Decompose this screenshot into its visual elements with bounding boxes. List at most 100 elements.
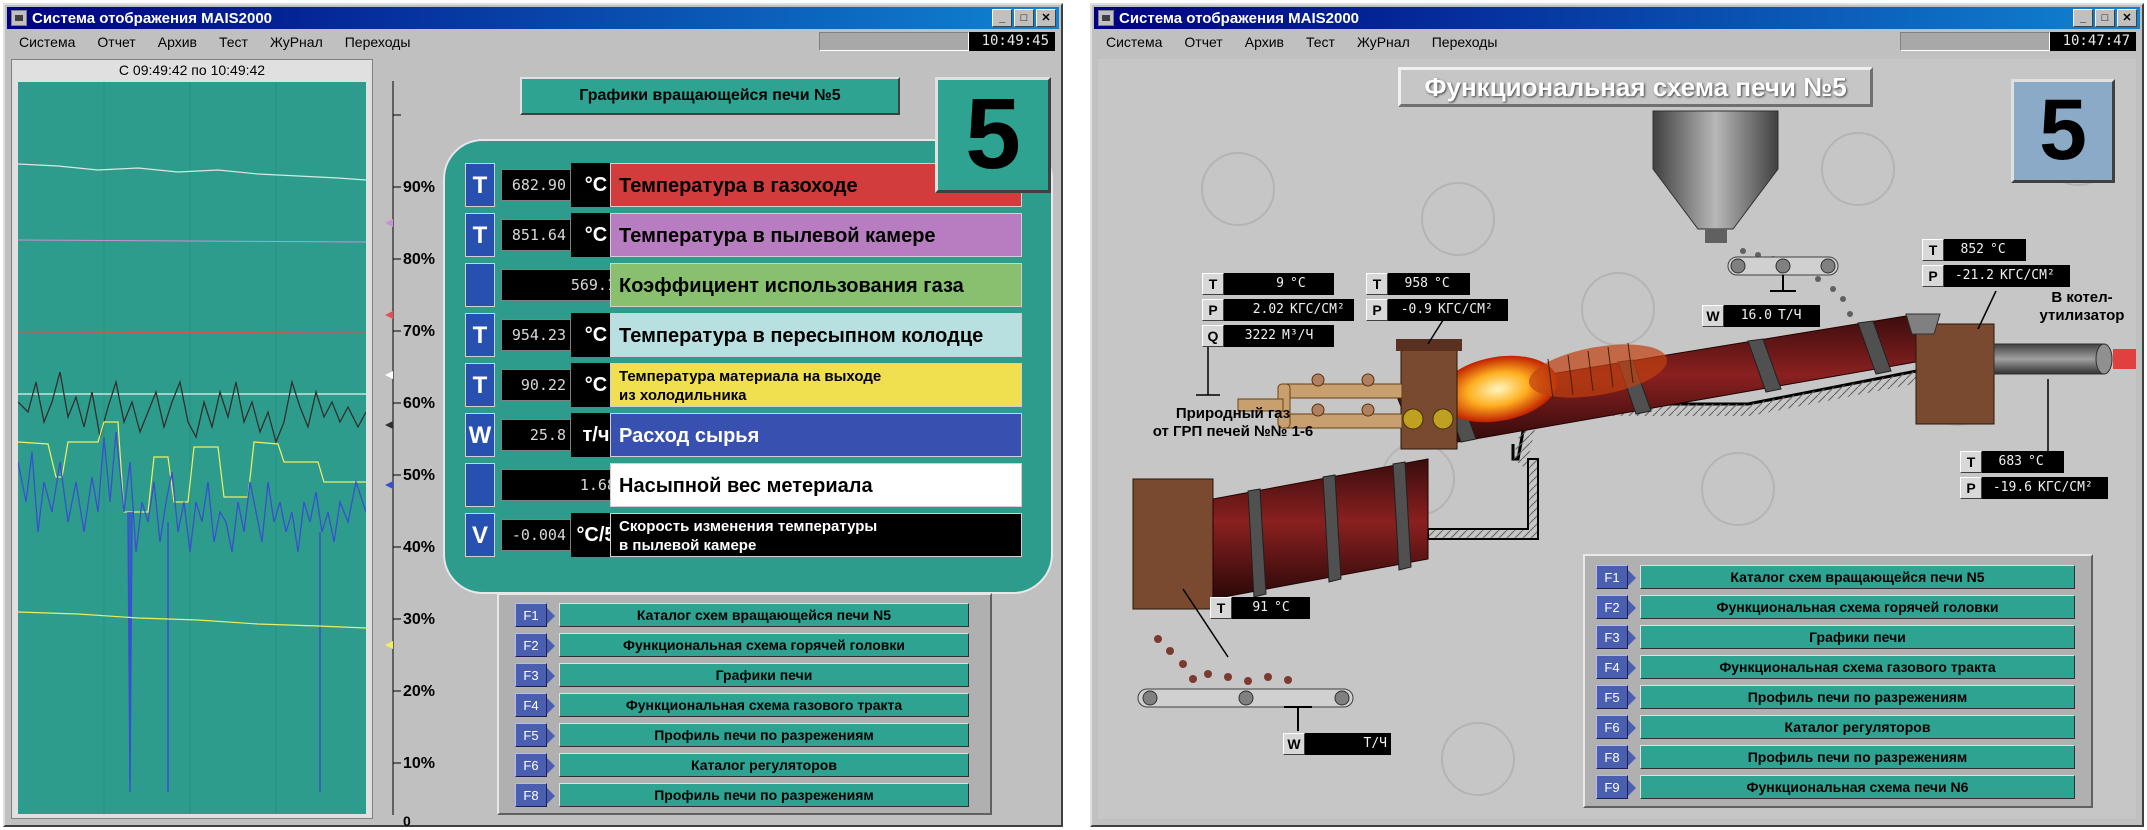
fkey-label[interactable]: F4 [515,692,555,717]
readout-feed-rate: W 16.0 Т/Ч [1702,305,1820,327]
readout-symbol: T [1366,273,1388,295]
left-titlebar[interactable]: Система отображения MAIS2000 _ □ ✕ [7,7,1059,29]
boiler-label: В котел- утилизатор [2032,289,2132,325]
fkey-row[interactable]: F8 Профиль печи по разрежениям [1596,743,2075,770]
menu-transitions[interactable]: Переходы [1432,34,1498,50]
fkey-button[interactable]: Профиль печи по разрежениям [559,782,969,807]
fkey-row[interactable]: F9 Функциональная схема печи N6 [1596,773,2075,800]
param-symbol: V [465,513,495,557]
menu-transitions[interactable]: Переходы [345,34,411,50]
menu-test[interactable]: Тест [219,34,248,50]
fkey-label[interactable]: F8 [515,782,555,807]
close-button[interactable]: ✕ [1036,9,1056,27]
param-value: 851.64 [501,219,571,251]
fkey-button[interactable]: Профиль печи по разрежениям [1640,684,2075,709]
param-value: 90.22 [501,369,571,401]
fkey-label[interactable]: F5 [515,722,555,747]
readout-value: 683 °C [1982,451,2064,473]
param-symbol: T [465,313,495,357]
readout-unit: °C [1274,600,1290,615]
readout-symbol: T [1960,451,1982,473]
clock: 10:49:45 [969,32,1055,51]
menu-journal[interactable]: ЖуРнал [270,34,323,50]
fkey-button[interactable]: Каталог регуляторов [559,752,969,777]
readout-number: 9 [1276,276,1284,291]
readout-symbol: P [1960,477,1982,499]
fkey-row[interactable]: F4 Функциональная схема газового тракта [1596,653,2075,680]
param-symbol [465,463,495,507]
menu-report[interactable]: Отчет [1184,34,1222,50]
readout-unit: °C [1434,276,1450,291]
gas-source-line: от ГРП печей №№ 1-6 [1152,423,1314,440]
scheme-title: Функциональная схема печи №5 [1398,67,1873,107]
fkey-button[interactable]: Функциональная схема горячей головки [559,632,969,657]
right-window: Система отображения MAIS2000 _ □ ✕ Систе… [1090,3,2144,827]
param-desc-line: из холодильника [619,387,747,404]
readout-symbol: W [1283,733,1305,755]
fkey-row[interactable]: F6 Каталог регуляторов [1596,713,2075,740]
fkey-label[interactable]: F2 [1596,594,1636,619]
fkey-button[interactable]: Функциональная схема печи N6 [1640,774,2075,799]
fkey-label[interactable]: F6 [1596,714,1636,739]
fkey-button[interactable]: Графики печи [1640,624,2075,649]
readout-head-temperature: T 958 °C [1366,273,1470,295]
right-titlebar[interactable]: Система отображения MAIS2000 _ □ ✕ [1094,7,2140,29]
window-title: Система отображения MAIS2000 [1119,9,1360,27]
maximize-button[interactable]: □ [2095,9,2115,27]
readout-symbol: P [1922,265,1944,287]
readout-value: -21.2 КГС/СМ² [1944,265,2070,287]
menu-journal[interactable]: ЖуРнал [1357,34,1410,50]
fkey-row[interactable]: F4 Функциональная схема газового тракта [515,691,969,718]
readout-value: -19.6 КГС/СМ² [1982,477,2108,499]
fkey-row[interactable]: F5 Профиль печи по разрежениям [1596,683,2075,710]
menu-system[interactable]: Система [1106,34,1162,50]
boiler-line: утилизатор [2039,307,2125,324]
fkey-row[interactable]: F2 Функциональная схема горячей головки [515,631,969,658]
param-symbol: T [465,163,495,207]
fkey-row[interactable]: F6 Каталог регуляторов [515,751,969,778]
fkey-row[interactable]: F3 Графики печи [515,661,969,688]
fkey-label[interactable]: F3 [515,662,555,687]
fkey-button[interactable]: Функциональная схема горячей головки [1640,594,2075,619]
fkey-button[interactable]: Каталог схем вращающейся печи N5 [559,602,969,627]
fkey-label[interactable]: F1 [515,602,555,627]
fkey-button[interactable]: Графики печи [559,662,969,687]
fkey-label[interactable]: F1 [1596,564,1636,589]
close-button[interactable]: ✕ [2117,9,2137,27]
fkey-row[interactable]: F3 Графики печи [1596,623,2075,650]
fkey-row[interactable]: F5 Профиль печи по разрежениям [515,721,969,748]
readout-number: 2.02 [1252,302,1284,317]
readout-number: 852 [1960,242,1984,257]
fkey-row[interactable]: F8 Профиль печи по разрежениям [515,781,969,808]
fkey-label[interactable]: F3 [1596,624,1636,649]
minimize-button[interactable]: _ [2073,9,2093,27]
menu-archive[interactable]: Архив [158,34,197,50]
fkey-label[interactable]: F4 [1596,654,1636,679]
param-value: 1.68 [501,469,621,501]
fkey-label[interactable]: F8 [1596,744,1636,769]
fkey-row[interactable]: F2 Функциональная схема горячей головки [1596,593,2075,620]
menu-report[interactable]: Отчет [97,34,135,50]
maximize-button[interactable]: □ [1014,9,1034,27]
minimize-button[interactable]: _ [992,9,1012,27]
menu-system[interactable]: Система [19,34,75,50]
fkey-button[interactable]: Каталог регуляторов [1640,714,2075,739]
fkey-button[interactable]: Функциональная схема газового тракта [1640,654,2075,679]
menu-test[interactable]: Тест [1306,34,1335,50]
menu-archive[interactable]: Архив [1245,34,1284,50]
fkey-row[interactable]: F1 Каталог схем вращающейся печи N5 [515,601,969,628]
fkey-button[interactable]: Каталог схем вращающейся печи N5 [1640,564,2075,589]
param-row: 1.68 [465,463,621,507]
fkey-row[interactable]: F1 Каталог схем вращающейся печи N5 [1596,563,2075,590]
fkey-button[interactable]: Профиль печи по разрежениям [559,722,969,747]
fkey-button[interactable]: Функциональная схема газового тракта [559,692,969,717]
fkey-label[interactable]: F2 [515,632,555,657]
readout-symbol: Q [1202,325,1224,347]
param-value: 682.90 [501,169,571,201]
fkey-label[interactable]: F9 [1596,774,1636,799]
fkey-label[interactable]: F6 [515,752,555,777]
fkey-button[interactable]: Профиль печи по разрежениям [1640,744,2075,769]
right-content: Функциональная схема печи №5 5 T 9 °C P 2… [1094,55,2140,823]
fkey-label[interactable]: F5 [1596,684,1636,709]
readout-value: 2.02 КГС/СМ² [1224,299,1354,321]
